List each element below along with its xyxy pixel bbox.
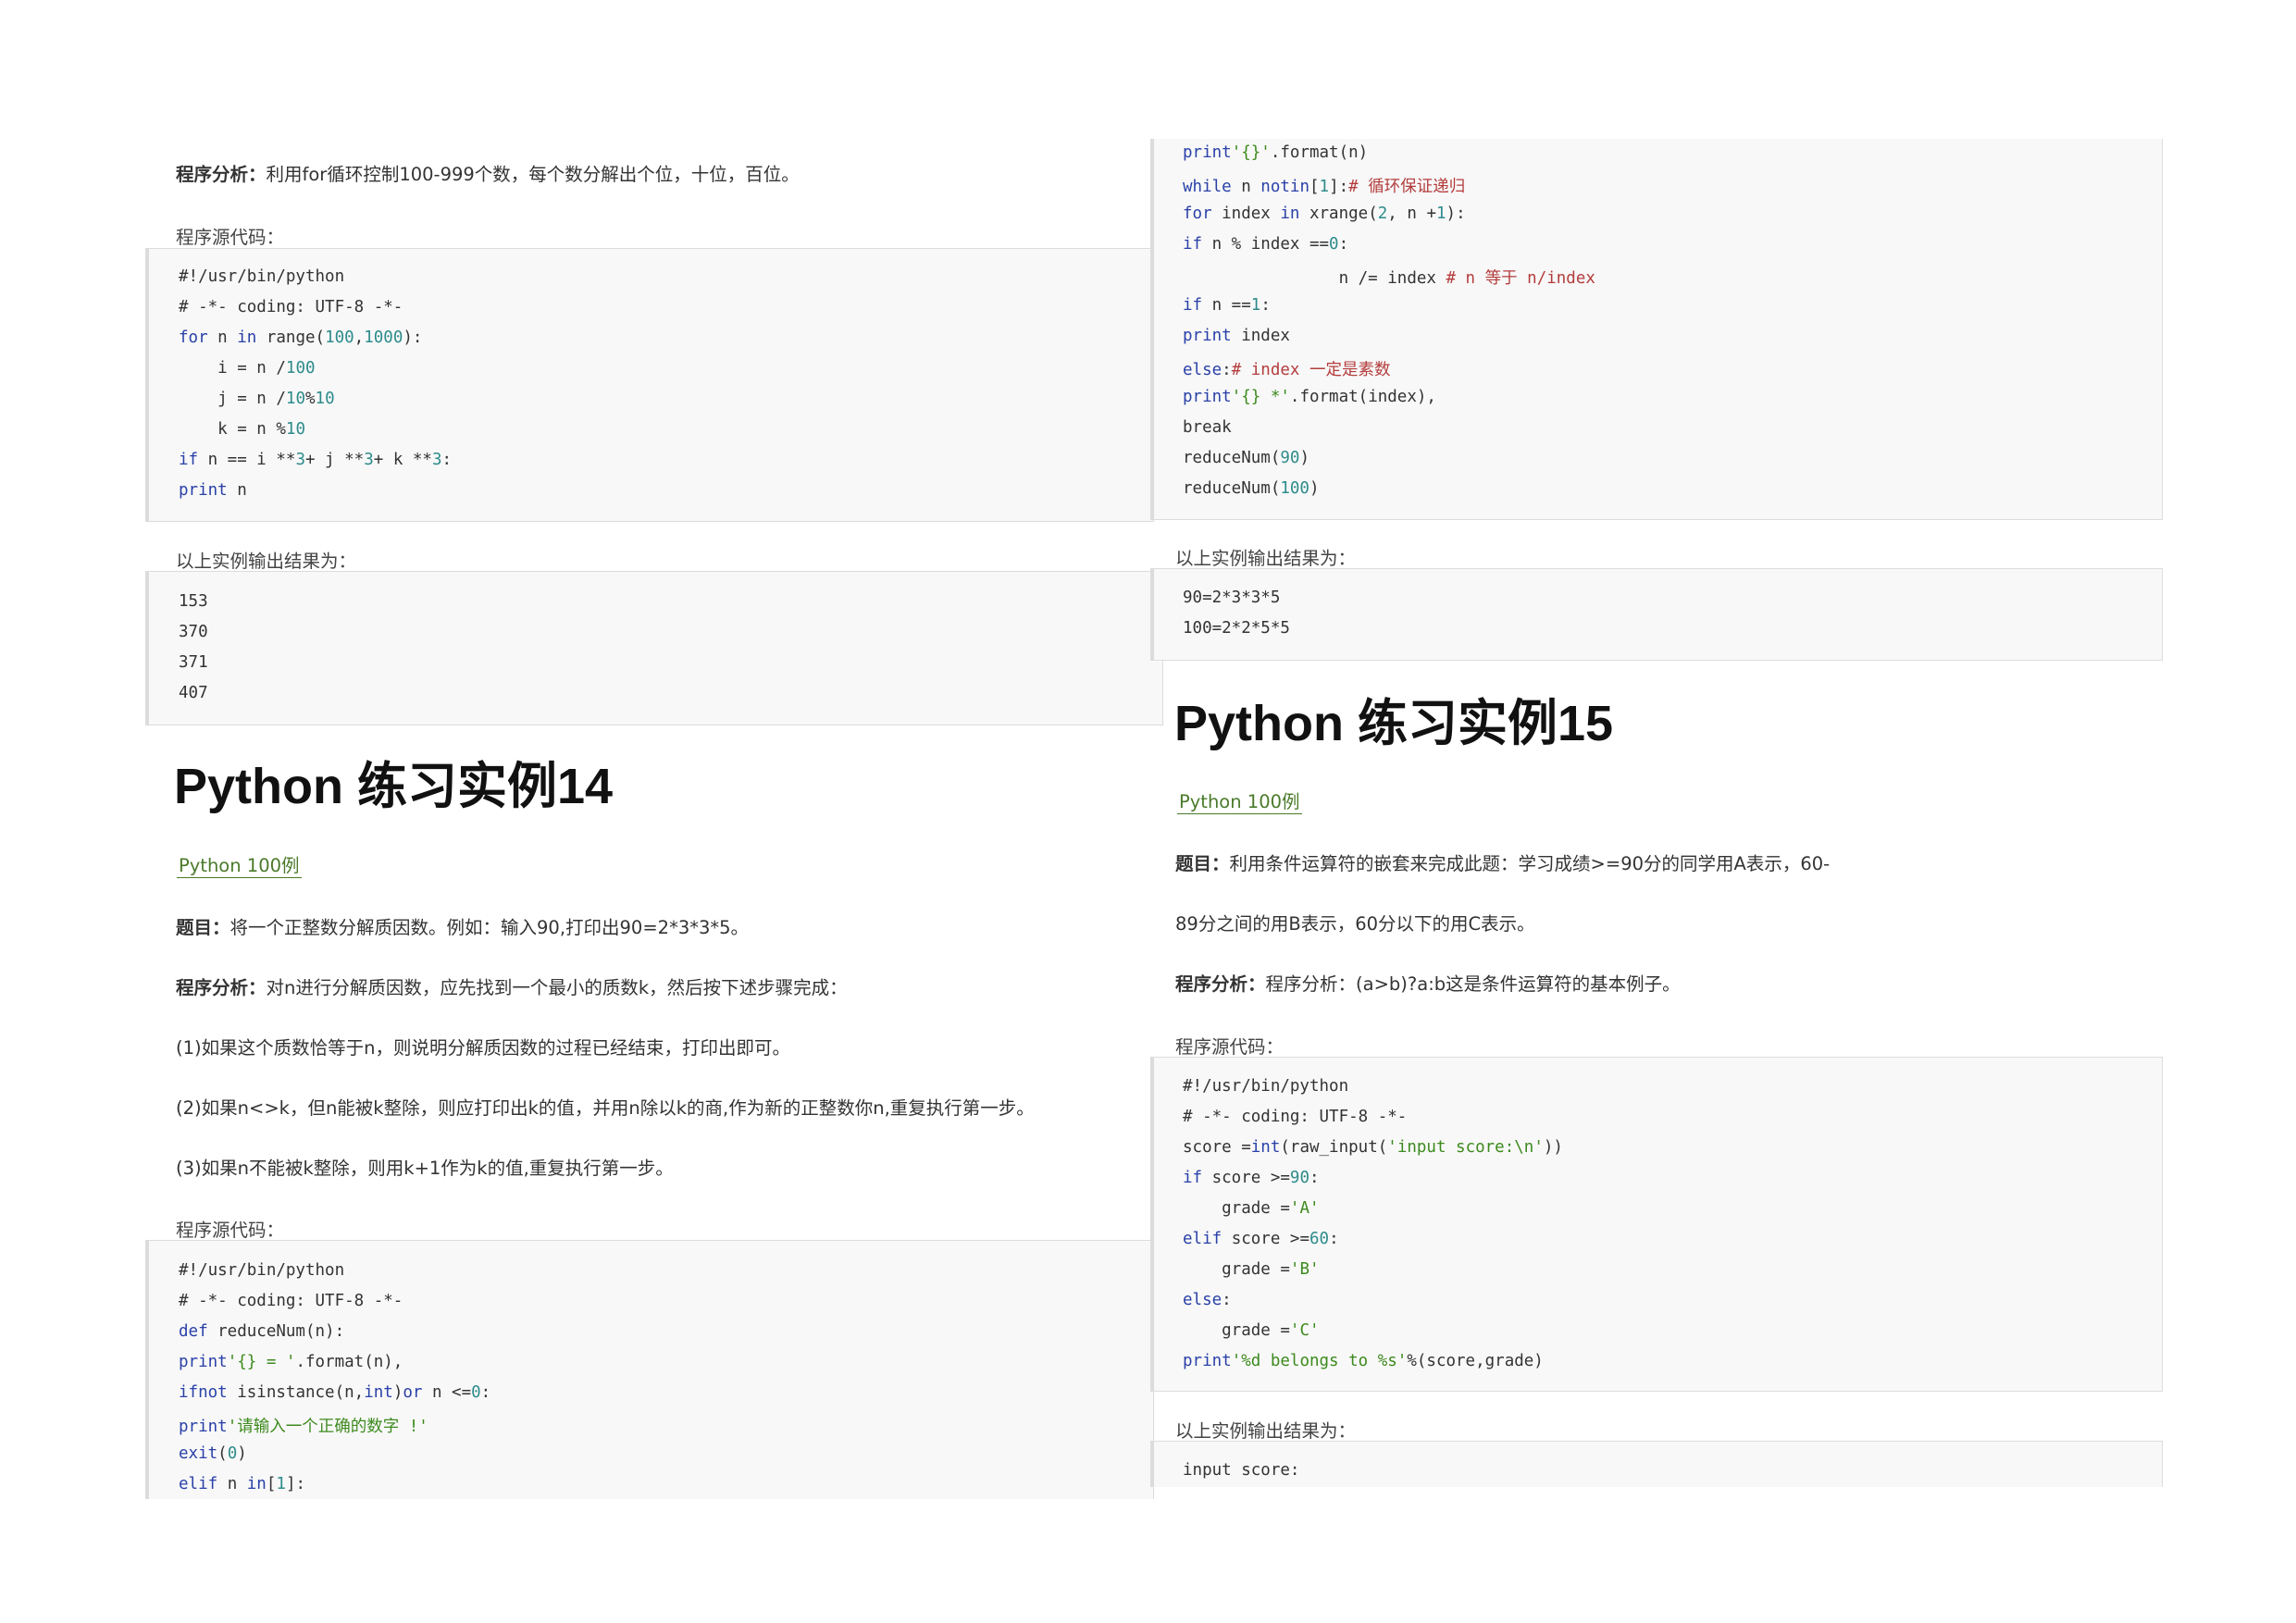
code-line: if n == i **3+ j **3+ k **3:: [179, 451, 453, 469]
source-label-2: 程序源代码：: [176, 1220, 285, 1241]
code-line: # -*- coding: UTF-8 -*-: [1183, 1108, 1408, 1126]
code-line: # -*- coding: UTF-8 -*-: [179, 1292, 403, 1310]
page-title-14: Python 练习实例14: [174, 759, 614, 814]
code-line: grade ='A': [1183, 1199, 1320, 1218]
code-line: if score >=90:: [1183, 1169, 1320, 1187]
code-line: #!/usr/bin/python: [1183, 1077, 1349, 1096]
output-block-4: input score:: [1150, 1441, 2163, 1487]
code-line: print index: [1183, 327, 1290, 345]
python-100-link-14[interactable]: Python 100例: [177, 850, 302, 878]
code-line: for n in range(100,1000):: [179, 328, 423, 347]
analysis-13: 程序分析：利用for循环控制100-999个数，每个数分解出个位，十位，百位。: [176, 159, 800, 186]
code-block-1: #!/usr/bin/python # -*- coding: UTF-8 -*…: [145, 248, 1154, 522]
step-1: (1)如果这个质数恰等于n，则说明分解质因数的过程已经结束，打印出即可。: [176, 1037, 790, 1059]
analysis-13-text: 利用for循环控制100-999个数，每个数分解出个位，十位，百位。: [266, 164, 800, 185]
analysis-14: 程序分析：对n进行分解质因数，应先找到一个最小的质数k，然后按下述步骤完成：: [176, 973, 848, 999]
output-line: 90=2*3*3*5: [1183, 588, 1281, 607]
analysis-14-text: 对n进行分解质因数，应先找到一个最小的质数k，然后按下述步骤完成：: [266, 977, 848, 998]
page-title-15: Python 练习实例15: [1174, 696, 1614, 751]
question-15-cont: 89分之间的用B表示，60分以下的用C表示。: [1175, 913, 1535, 935]
code-line: k = n %10: [179, 420, 305, 439]
question-14-label: 题目：: [176, 917, 230, 938]
code-line: def reduceNum(n):: [179, 1322, 345, 1341]
source-label-4: 程序源代码：: [1175, 1036, 1285, 1058]
code-line: print'请输入一个正确的数字 !': [179, 1418, 428, 1436]
analysis-14-label: 程序分析：: [176, 977, 267, 998]
code-block-3: print'{}'.format(n) while n notin[1]:# 循…: [1150, 139, 2163, 520]
question-14-text: 将一个正整数分解质因数。例如：输入90,打印出90=2*3*3*5。: [230, 917, 750, 938]
analysis-13-label: 程序分析：: [176, 164, 267, 185]
analysis-15-label: 程序分析：: [1175, 973, 1266, 995]
analysis-15: 程序分析：程序分析：(a>b)?a:b这是条件运算符的基本例子。: [1175, 969, 1681, 996]
step-3: (3)如果n不能被k整除，则用k+1作为k的值,重复执行第一步。: [176, 1158, 674, 1179]
code-line: elif n in[1]:: [179, 1475, 306, 1493]
output-line: 407: [179, 684, 208, 702]
code-line: #!/usr/bin/python: [179, 267, 345, 286]
code-line: else:# index 一定是素数: [1183, 361, 1391, 379]
code-line: grade ='B': [1183, 1260, 1320, 1279]
output-line: 100=2*2*5*5: [1183, 619, 1290, 638]
python-100-link-15[interactable]: Python 100例: [1177, 787, 1302, 814]
analysis-15-text: 程序分析：(a>b)?a:b这是条件运算符的基本例子。: [1265, 973, 1681, 995]
output-label-4: 以上实例输出结果为：: [1175, 1420, 1357, 1442]
code-line: #!/usr/bin/python: [179, 1261, 345, 1280]
code-line: for index in xrange(2, n +1):: [1183, 204, 1466, 223]
output-label-1: 以上实例输出结果为：: [176, 551, 357, 572]
code-line: if n % index ==0:: [1183, 235, 1349, 254]
code-line: i = n /100: [179, 359, 316, 378]
code-line: print'{}'.format(n): [1183, 143, 1369, 162]
question-15-text: 利用条件运算符的嵌套来完成此题：学习成绩>=90分的同学用A表示，60-: [1229, 853, 1831, 874]
code-line: print n: [179, 481, 247, 500]
code-line: print'{} = '.format(n),: [179, 1353, 403, 1371]
code-line: exit(0): [179, 1444, 247, 1463]
code-line: break: [1183, 418, 1232, 437]
code-line: # -*- coding: UTF-8 -*-: [179, 298, 403, 316]
source-label-1: 程序源代码：: [176, 227, 285, 248]
code-block-2: #!/usr/bin/python # -*- coding: UTF-8 -*…: [145, 1240, 1154, 1499]
output-line: 153: [179, 592, 208, 611]
question-15: 题目：利用条件运算符的嵌套来完成此题：学习成绩>=90分的同学用A表示，60-: [1175, 849, 1830, 875]
code-line: ifnot isinstance(n,int)or n <=0:: [179, 1383, 491, 1402]
question-15-label: 题目：: [1175, 853, 1230, 874]
code-block-4: #!/usr/bin/python # -*- coding: UTF-8 -*…: [1150, 1057, 2163, 1392]
code-line: grade ='C': [1183, 1321, 1320, 1340]
code-line: n /= index # n 等于 n/index: [1183, 269, 1595, 288]
code-line: else:: [1183, 1291, 1232, 1309]
step-2: (2)如果n<>k，但n能被k整除，则应打印出k的值，并用n除以k的商,作为新的…: [176, 1097, 1035, 1119]
code-line: reduceNum(90): [1183, 449, 1309, 467]
code-line: print'%d belongs to %s'%(score,grade): [1183, 1352, 1544, 1370]
output-line: input score:: [1183, 1461, 1300, 1480]
code-line: reduceNum(100): [1183, 479, 1320, 498]
code-line: score =int(raw_input('input score:\n')): [1183, 1138, 1563, 1157]
output-line: 371: [179, 653, 208, 672]
output-label-3: 以上实例输出结果为：: [1175, 548, 1357, 569]
output-block-1: 153 370 371 407: [145, 571, 1163, 725]
code-line: if n ==1:: [1183, 296, 1271, 315]
output-block-3: 90=2*3*3*5 100=2*2*5*5: [1150, 568, 2163, 661]
code-line: while n notin[1]:# 循环保证递归: [1183, 178, 1466, 196]
code-line: j = n /10%10: [179, 390, 335, 408]
output-line: 370: [179, 623, 208, 641]
code-line: print'{} *'.format(index),: [1183, 388, 1436, 406]
code-line: elif score >=60:: [1183, 1230, 1339, 1248]
question-14: 题目：将一个正整数分解质因数。例如：输入90,打印出90=2*3*3*5。: [176, 912, 749, 939]
